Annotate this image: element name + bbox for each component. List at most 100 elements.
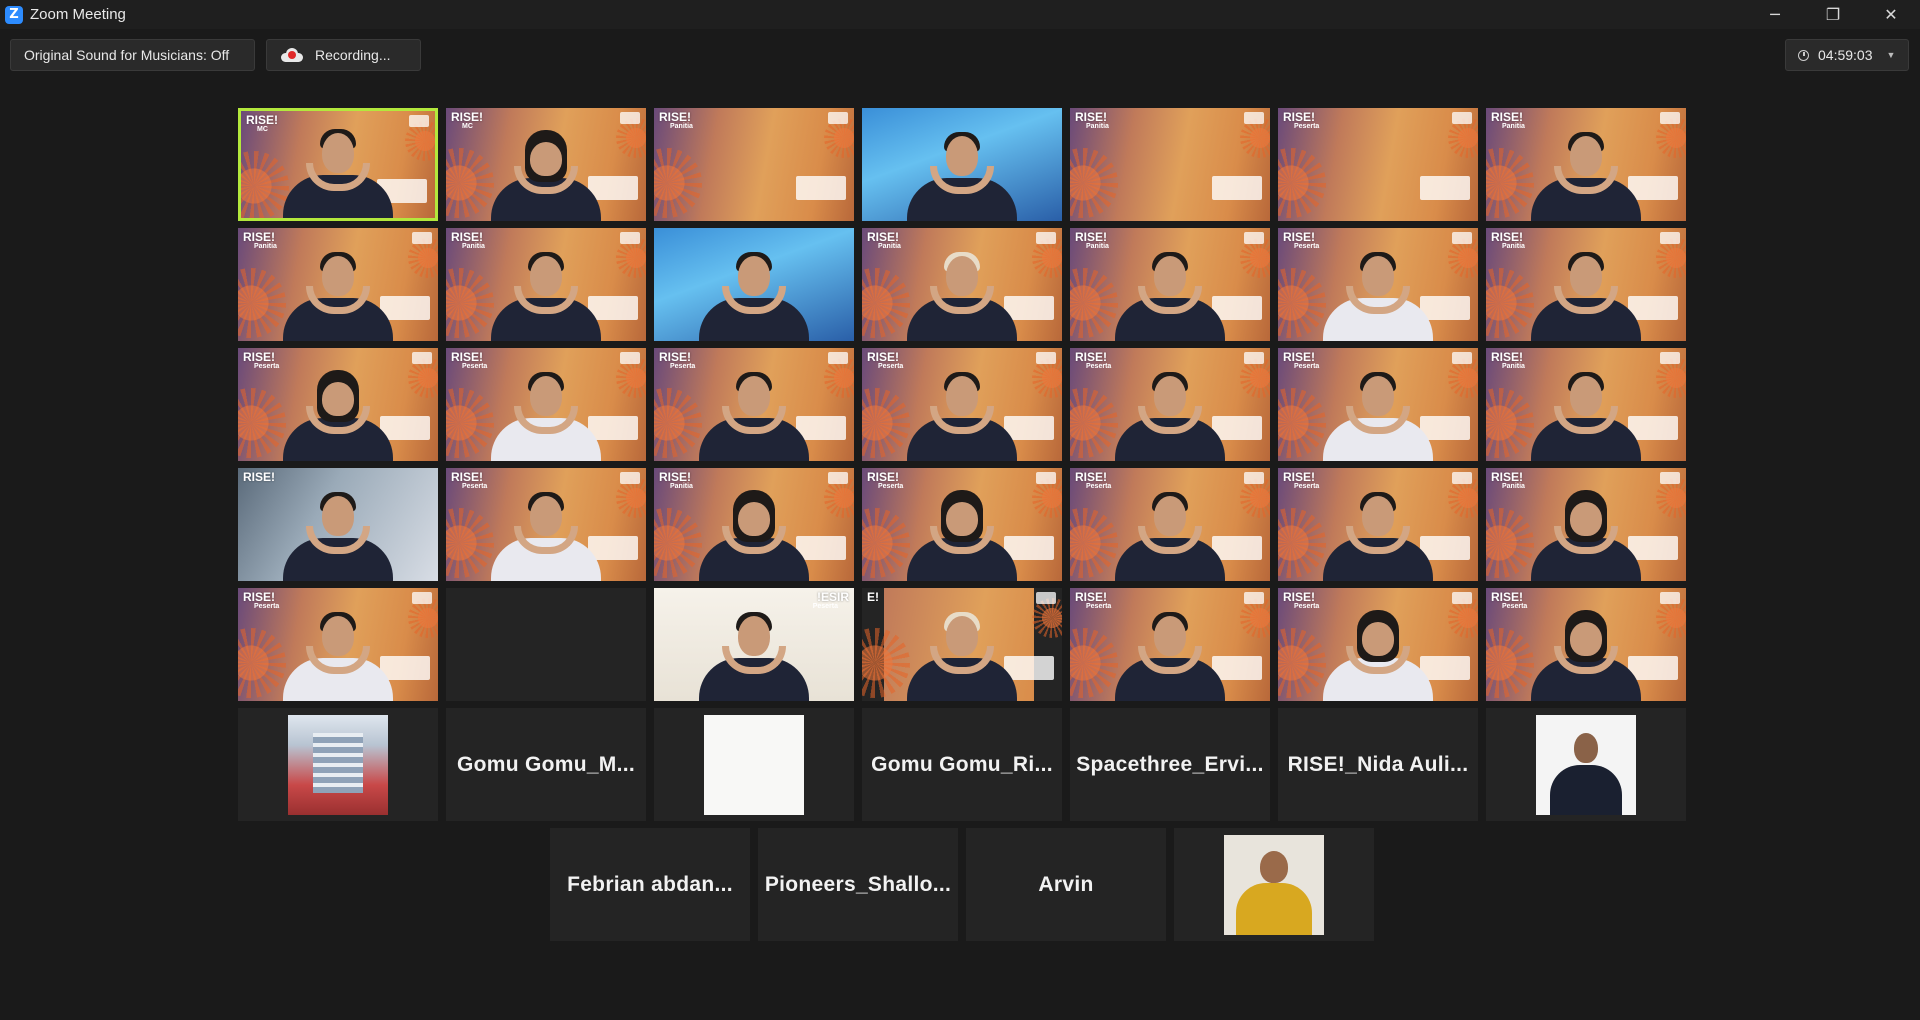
event-logo-badge [620, 472, 640, 484]
event-logo-badge [1244, 592, 1264, 604]
portrait-head [1260, 851, 1288, 883]
participant-avatar-tile[interactable] [1174, 828, 1374, 941]
meeting-timer: 04:59:03 [1818, 47, 1873, 63]
minimize-button[interactable]: ─ [1746, 0, 1804, 29]
empty-video-tile[interactable] [446, 588, 646, 701]
participant-video-tile[interactable]: RISE! Peserta [1278, 588, 1478, 701]
event-logo-badge [412, 352, 432, 364]
rise-virtual-bg-brand: RISE! [1283, 590, 1316, 604]
participant-name-tile[interactable]: Gomu Gomu_M... [446, 708, 646, 821]
participant-name-tile[interactable]: Pioneers_Shallo... [758, 828, 958, 941]
sponsor-card [796, 176, 846, 200]
participant-figure [486, 126, 606, 221]
participant-video-tile[interactable]: !ESIR Peserta [654, 588, 854, 701]
participant-figure [694, 606, 814, 701]
participant-video-tile[interactable]: RISE! Panitia [238, 228, 438, 341]
participant-role-label: Panitia [1502, 363, 1525, 370]
participant-video-tile[interactable]: RISE! Peserta [1278, 468, 1478, 581]
participant-role-label: Peserta [878, 363, 904, 370]
meeting-timer-button[interactable]: 04:59:03 ▼ [1785, 39, 1909, 71]
participant-name-tile[interactable]: Spacethree_Ervi... [1070, 708, 1270, 821]
portrait-body [1236, 883, 1312, 935]
participant-video-tile[interactable]: RISE! Panitia [1486, 348, 1686, 461]
participant-name-tile[interactable]: Febrian abdan... [550, 828, 750, 941]
recording-indicator-button[interactable]: Recording... [266, 39, 421, 71]
event-logo-badge [1660, 232, 1680, 244]
close-button[interactable]: ✕ [1862, 0, 1920, 29]
participant-video-tile[interactable]: RISE! Panitia [446, 228, 646, 341]
participant-avatar-tile[interactable] [654, 708, 854, 821]
participant-video-tile[interactable]: RISE! Peserta [1486, 588, 1686, 701]
participant-role-label: Peserta [1086, 363, 1112, 370]
participant-video-tile[interactable]: RISE! Peserta [1070, 468, 1270, 581]
rise-virtual-bg-brand: RISE! [1075, 590, 1108, 604]
participant-avatar-tile[interactable] [1486, 708, 1686, 821]
participant-video-tile[interactable]: RISE! Peserta [238, 348, 438, 461]
participant-role-label: Panitia [1502, 243, 1525, 250]
event-logo-badge [1660, 352, 1680, 364]
event-logo-badge [412, 592, 432, 604]
profile-picture [1224, 835, 1324, 935]
participant-video-tile[interactable]: RISE! Peserta [862, 348, 1062, 461]
rise-virtual-bg-brand: RISE! [1075, 470, 1108, 484]
participant-video-tile[interactable]: RISE! Panitia [1486, 108, 1686, 221]
participant-video-tile[interactable]: RISE! Peserta [446, 348, 646, 461]
participant-video-tile[interactable]: RISE! Peserta [1070, 348, 1270, 461]
participant-figure [1318, 246, 1438, 341]
participant-figure [278, 246, 398, 341]
participant-name-tile[interactable]: RISE!_Nida Auli... [1278, 708, 1478, 821]
participant-avatar-tile[interactable] [238, 708, 438, 821]
participant-role-label: Peserta [812, 603, 838, 610]
participant-figure [902, 366, 1022, 461]
participant-role-label: Panitia [1086, 243, 1109, 250]
participant-video-tile[interactable] [862, 108, 1062, 221]
participant-video-tile[interactable]: RISE! Peserta [862, 468, 1062, 581]
participant-video-tile[interactable]: RISE! Panitia [1486, 468, 1686, 581]
participant-figure [486, 366, 606, 461]
original-sound-button[interactable]: Original Sound for Musicians: Off [10, 39, 255, 71]
participant-figure [1318, 366, 1438, 461]
rise-virtual-bg-brand: RISE! [1491, 470, 1524, 484]
original-sound-label: Original Sound for Musicians: Off [24, 47, 230, 63]
participant-video-tile[interactable]: RISE! [238, 468, 438, 581]
participant-figure [694, 366, 814, 461]
participant-video-tile[interactable]: RISE! Panitia [654, 108, 854, 221]
rise-virtual-bg-brand: RISE! [1075, 230, 1108, 244]
rise-virtual-bg-brand: RISE! [1491, 110, 1524, 124]
participant-video-tile[interactable]: RISE! Panitia [654, 468, 854, 581]
participant-role-label: Panitia [462, 243, 485, 250]
participant-role-label: Panitia [1502, 483, 1525, 490]
participant-video-tile[interactable]: RISE! MC [446, 108, 646, 221]
participant-video-tile[interactable]: RISE! Panitia [1070, 228, 1270, 341]
participant-video-tile[interactable]: RISE! MC [238, 108, 438, 221]
rise-virtual-bg-brand: RISE! [1075, 350, 1108, 364]
participant-role-label: Peserta [1294, 243, 1320, 250]
portrait-head [1574, 733, 1598, 763]
event-logo-badge [1036, 592, 1056, 604]
participant-name-tile[interactable]: Arvin [966, 828, 1166, 941]
participant-video-tile[interactable]: RISE! Peserta [654, 348, 854, 461]
participant-video-tile[interactable]: RISE! Peserta [1278, 348, 1478, 461]
participant-name-tile[interactable]: Gomu Gomu_Ri... [862, 708, 1062, 821]
restore-button[interactable]: ❐ [1804, 0, 1862, 29]
participant-role-label: Panitia [254, 243, 277, 250]
participant-video-tile[interactable]: RISE! Peserta [1278, 228, 1478, 341]
window-title: Zoom Meeting [30, 6, 126, 23]
participant-role-label: Peserta [1294, 603, 1320, 610]
participant-figure [278, 366, 398, 461]
participant-video-tile[interactable]: RISE! Peserta [446, 468, 646, 581]
participant-video-tile[interactable]: RISE! Peserta [1278, 108, 1478, 221]
event-logo-badge [1244, 112, 1264, 124]
event-logo-badge [1452, 232, 1472, 244]
participant-role-label: Peserta [1294, 483, 1320, 490]
participant-video-tile[interactable]: RISE! Panitia [1486, 228, 1686, 341]
participant-video-tile[interactable] [654, 228, 854, 341]
participant-video-tile[interactable]: RISE! Peserta [1070, 588, 1270, 701]
participant-video-tile[interactable]: E! [862, 588, 1062, 701]
participant-video-tile[interactable]: RISE! Panitia [1070, 108, 1270, 221]
profile-picture [704, 715, 804, 815]
participant-video-tile[interactable]: RISE! Peserta [238, 588, 438, 701]
participant-role-label: Peserta [1086, 483, 1112, 490]
participant-role-label: Panitia [1502, 123, 1525, 130]
participant-video-tile[interactable]: RISE! Panitia [862, 228, 1062, 341]
